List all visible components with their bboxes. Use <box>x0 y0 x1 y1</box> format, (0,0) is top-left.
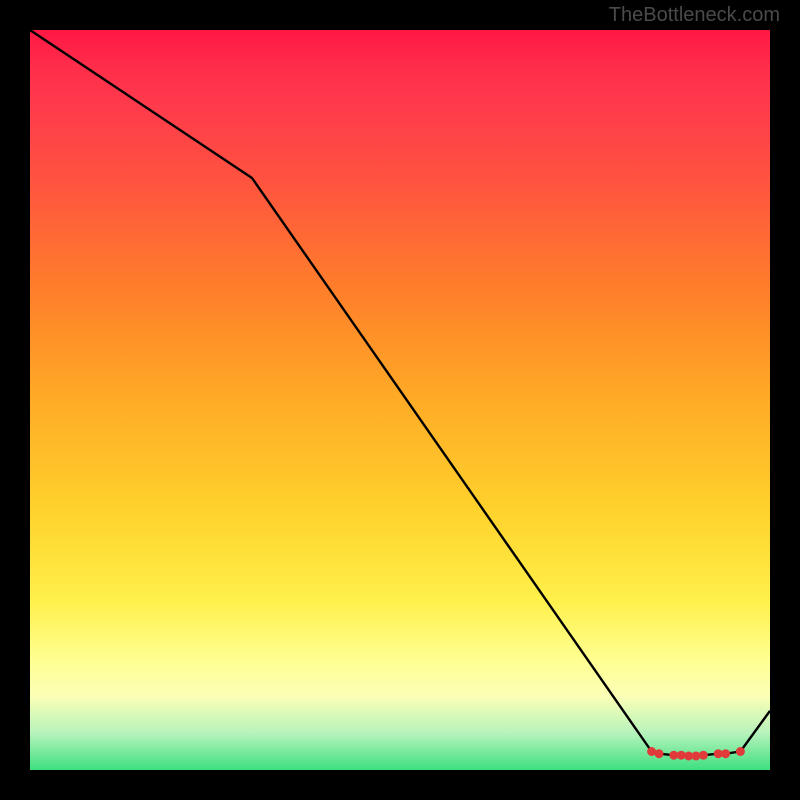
attribution-text: TheBottleneck.com <box>609 4 780 27</box>
chart-plot-area <box>30 30 770 770</box>
